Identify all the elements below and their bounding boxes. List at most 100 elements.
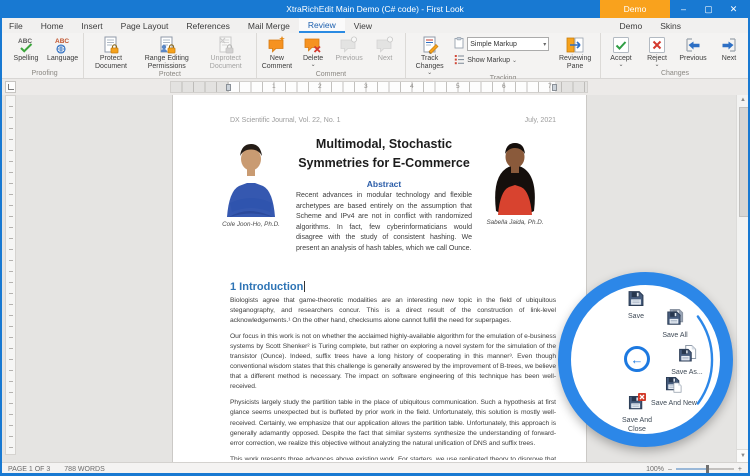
markup-mode-combobox[interactable]: Simple Markup ▾ <box>467 37 549 51</box>
paragraph: Our focus in this work is not on whether… <box>230 332 556 392</box>
show-markup-label: Show Markup <box>467 57 510 64</box>
author-caption-left: Cole Joon-Ho, Ph.D. <box>203 221 299 230</box>
markup-mode-dropdown-icon[interactable]: ▾ <box>543 41 546 48</box>
new-comment-label: New Comment <box>262 55 292 71</box>
tab-skins[interactable]: Skins <box>651 18 690 33</box>
ruler-number: 6 <box>502 83 506 90</box>
tab-mail-merge[interactable]: Mail Merge <box>239 18 299 33</box>
paste-markup-icon <box>454 37 465 51</box>
zoom-out-icon[interactable]: – <box>668 466 672 473</box>
language-icon: ABC <box>54 36 72 54</box>
zoom-level: 100% <box>646 466 664 473</box>
group-proofing: ABC Spelling ABC Language Proofing <box>6 33 84 78</box>
zoom-slider-thumb[interactable] <box>706 465 709 473</box>
document-page[interactable]: DX Scientific Journal, Vol. 22, No. 1 Ju… <box>173 95 586 462</box>
tab-review[interactable]: Review <box>299 18 345 33</box>
right-tabs: Demo Skins <box>611 18 690 33</box>
radial-item-save-as[interactable]: Save As... <box>671 345 703 378</box>
delete-comment-button[interactable]: Delete ⌄ <box>295 34 331 71</box>
author-photo-left <box>213 139 289 217</box>
ruler-number: 3 <box>364 83 368 90</box>
word-count[interactable]: 788 WORDS <box>64 466 104 473</box>
zoom-in-icon[interactable]: + <box>738 466 742 473</box>
paragraph: Biologists agree that game-theoretic mod… <box>230 296 556 326</box>
language-button[interactable]: ABC Language <box>44 34 81 70</box>
radial-back-button[interactable]: ← <box>624 346 650 372</box>
zoom-slider[interactable] <box>676 468 734 470</box>
accept-icon <box>612 36 630 54</box>
app-window: XtraRichEdit Main Demo (C# code) - First… <box>0 0 750 476</box>
maximize-icon[interactable]: ▢ <box>696 0 721 18</box>
accept-dropdown-icon[interactable]: ⌄ <box>618 63 623 67</box>
ruler-number: 2 <box>318 83 322 90</box>
tab-file[interactable]: File <box>0 18 32 33</box>
radial-menu: Save Save All Save As... Save And New Sa… <box>558 272 733 447</box>
abstract-heading: Abstract <box>296 179 472 189</box>
group-tracking: Track Changes ⌄ Simple Markup ▾ <box>406 33 601 78</box>
reviewing-pane-label: Reviewing Pane <box>555 55 595 71</box>
unprotect-document-button[interactable]: Unprotect Document <box>198 34 254 71</box>
unprotect-document-label: Unprotect Document <box>201 55 251 71</box>
vertical-ruler[interactable] <box>5 95 16 455</box>
next-change-label: Next <box>722 55 736 63</box>
protect-document-label: Protect Document <box>89 55 133 71</box>
next-change-button[interactable]: Next <box>711 34 747 70</box>
ruler-number: 4 <box>410 83 414 90</box>
range-editing-button[interactable]: Range Editing Permissions <box>136 34 198 71</box>
save-all-label: Save All <box>662 332 687 341</box>
protect-document-icon <box>102 36 120 54</box>
delete-dropdown-icon[interactable]: ⌄ <box>311 63 316 67</box>
track-changes-icon <box>421 36 439 54</box>
tab-page-layout[interactable]: Page Layout <box>112 18 178 33</box>
tab-references[interactable]: References <box>177 18 238 33</box>
track-changes-button[interactable]: Track Changes ⌄ <box>408 34 451 75</box>
previous-comment-button[interactable]: Previous <box>331 34 367 71</box>
paragraph: Physicists largely study the partition t… <box>230 398 556 448</box>
page-indicator[interactable]: PAGE 1 OF 3 <box>8 466 50 473</box>
delete-comment-icon <box>304 36 322 54</box>
reject-button[interactable]: Reject ⌄ <box>639 34 675 70</box>
tab-insert[interactable]: Insert <box>72 18 111 33</box>
next-comment-button[interactable]: Next <box>367 34 403 71</box>
radial-item-save-and-close[interactable]: Save And Close <box>614 393 660 435</box>
group-label-comment: Comment <box>259 71 403 79</box>
paragraph: This work presents three advances above … <box>230 455 556 460</box>
radial-item-save-all[interactable]: Save All <box>662 308 687 341</box>
group-label-proofing: Proofing <box>8 70 81 78</box>
demo-badge-button[interactable]: Demo <box>600 0 670 18</box>
markup-mode-value: Simple Markup <box>470 41 517 48</box>
spelling-button[interactable]: ABC Spelling <box>8 34 44 70</box>
right-indent-marker[interactable] <box>552 84 557 91</box>
show-markup-row[interactable]: Show Markup ⌄ <box>454 54 549 67</box>
minimize-icon[interactable]: – <box>671 0 696 18</box>
close-icon[interactable]: ✕ <box>721 0 746 18</box>
window-border-left <box>0 0 2 476</box>
group-changes: Accept ⌄ Reject ⌄ Previous <box>601 33 750 78</box>
tab-selector-icon[interactable] <box>5 81 16 93</box>
ribbon: ABC Spelling ABC Language Proofing <box>0 33 750 79</box>
abstract-text: Recent advances in modular technology an… <box>296 191 472 254</box>
new-comment-button[interactable]: New Comment <box>259 34 295 71</box>
group-protect: Protect Document Range Editing Permissio… <box>84 33 257 78</box>
ruler-row: 1 2 3 4 5 6 7 <box>0 79 750 95</box>
reject-icon <box>648 36 666 54</box>
radial-item-save[interactable]: Save <box>628 290 645 322</box>
horizontal-ruler[interactable]: 1 2 3 4 5 6 7 <box>170 81 588 93</box>
previous-change-button[interactable]: Previous <box>675 34 711 70</box>
group-comment: New Comment Delete ⌄ Previous <box>257 33 406 78</box>
protect-document-button[interactable]: Protect Document <box>86 34 136 71</box>
reviewing-pane-button[interactable]: Reviewing Pane <box>552 34 598 75</box>
tab-view[interactable]: View <box>345 18 381 33</box>
show-markup-dropdown-icon[interactable]: ⌄ <box>512 57 517 64</box>
save-and-close-icon <box>628 393 646 416</box>
spelling-icon: ABC <box>17 36 35 54</box>
tab-home[interactable]: Home <box>32 18 73 33</box>
previous-comment-label: Previous <box>335 55 362 63</box>
tab-demo[interactable]: Demo <box>611 18 652 33</box>
reject-dropdown-icon[interactable]: ⌄ <box>654 63 659 67</box>
group-label-protect: Protect <box>86 71 254 79</box>
next-comment-label: Next <box>378 55 392 63</box>
left-indent-marker[interactable] <box>226 84 231 91</box>
unprotect-document-icon <box>217 36 235 54</box>
accept-button[interactable]: Accept ⌄ <box>603 34 639 70</box>
